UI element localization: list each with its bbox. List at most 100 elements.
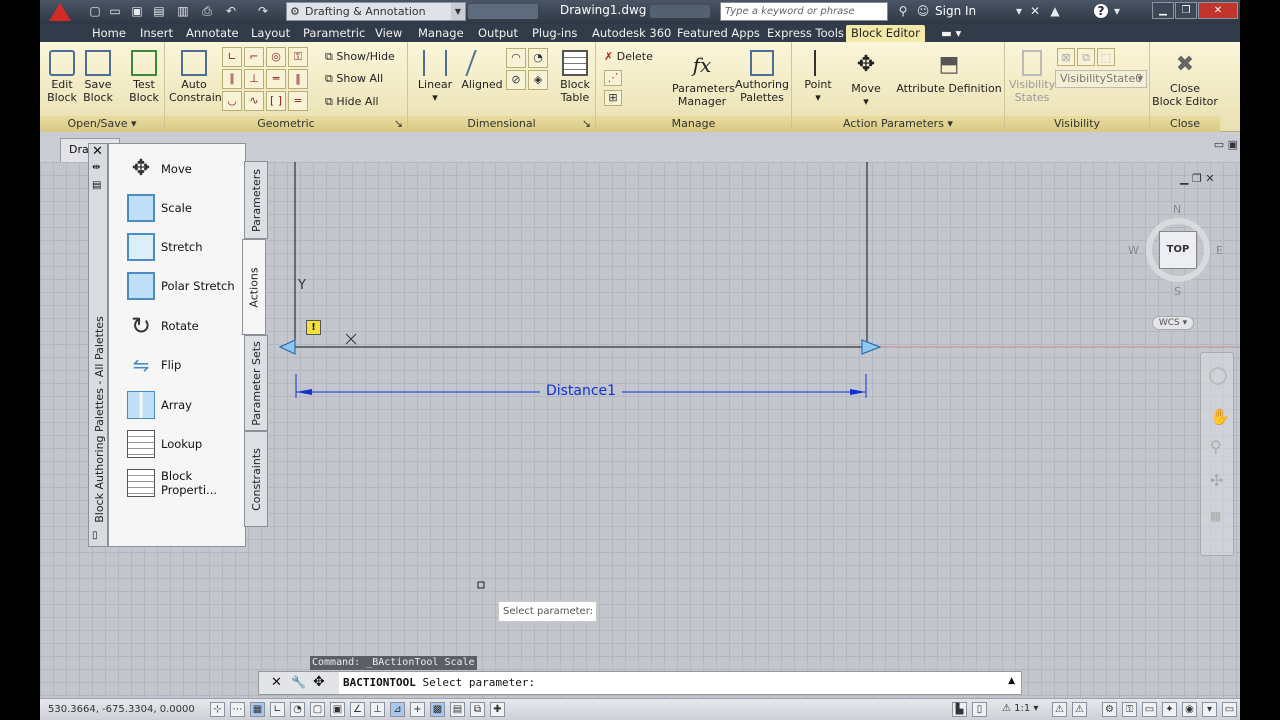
tab-parameter-sets[interactable]: Parameter Sets (244, 335, 268, 431)
quick-view-icon[interactable]: ▯ (972, 702, 987, 717)
application-menu-button[interactable] (40, 0, 80, 24)
point-button[interactable]: Point ▾ (798, 50, 838, 104)
tab-actions[interactable]: Actions (242, 239, 266, 335)
dropdown-icon[interactable]: ▾ (1110, 4, 1124, 18)
perpendicular-icon[interactable]: ⊥ (244, 69, 264, 89)
collinear-icon[interactable]: ⌐ (244, 47, 264, 67)
redo-icon[interactable]: ↷ (256, 4, 270, 18)
properties-icon[interactable]: ▤ (92, 180, 101, 191)
parameters-manager-button[interactable]: fx Parameters Manager (672, 50, 735, 108)
maximize-button[interactable]: ❐ (1175, 2, 1197, 19)
compass-west[interactable]: W (1128, 244, 1139, 257)
ribbon-options-icon[interactable]: ▬ ▾ (936, 25, 966, 42)
orbit-icon[interactable]: ✣ (1210, 471, 1223, 490)
dynamic-input-icon[interactable]: ⊿ (390, 702, 405, 717)
auto-scale-icon[interactable]: ⚠ (1072, 702, 1087, 717)
zoom-icon[interactable]: ⚲ (1210, 437, 1222, 456)
help-menu-icon[interactable]: ▲ (1048, 4, 1062, 18)
binoculars-icon[interactable]: ⚲ (896, 4, 910, 18)
fix-icon[interactable]: ⚿ (288, 47, 308, 67)
viewcube-top-face[interactable]: TOP (1159, 231, 1197, 269)
vertical-icon[interactable]: ‖ (288, 69, 308, 89)
tab-output[interactable]: Output (473, 25, 523, 42)
snap-mode-icon[interactable]: ⋯ (230, 702, 245, 717)
viewport-controls[interactable]: ▁ ❐ ✕ (1180, 172, 1215, 185)
visibility-mode-icon[interactable]: ⊠ (1057, 48, 1075, 66)
move-action-button[interactable]: ✥ Move ▾ (844, 50, 888, 108)
print-icon[interactable]: ⎙ (200, 4, 214, 18)
object-snap-icon[interactable]: ▢ (310, 702, 325, 717)
parameter-sets-icon[interactable]: ⊞ (604, 90, 622, 106)
panel-title[interactable]: Dimensional ↘ (408, 116, 595, 132)
close-icon[interactable]: ✕ (271, 675, 282, 690)
tab-parametric[interactable]: Parametric (298, 25, 370, 42)
undo-icon[interactable]: ↶ (224, 4, 238, 18)
grid-display-icon[interactable]: ▦ (250, 702, 265, 717)
test-block-button[interactable]: Test Block (126, 50, 162, 104)
save-icon[interactable]: ▣ (130, 4, 144, 18)
tab-manage[interactable]: Manage (413, 25, 469, 42)
plot-preview-icon[interactable]: ▥ (176, 4, 190, 18)
block-table-button[interactable]: Block Table (556, 50, 594, 104)
tab-view[interactable]: View (370, 25, 407, 42)
convert-icon[interactable]: ◈ (528, 70, 548, 90)
model-space-icon[interactable]: ▙ (952, 702, 967, 717)
palette-item-move[interactable]: ✥ Move (127, 152, 241, 186)
minimize-button[interactable]: ▁ (1152, 2, 1174, 19)
symmetric-icon[interactable]: [ ] (266, 91, 286, 111)
panel-title[interactable]: Manage (596, 116, 791, 132)
palette-item-flip[interactable]: ⇋ Flip (127, 348, 241, 382)
close-palette-icon[interactable]: ✕ (92, 144, 103, 159)
transparency-icon[interactable]: ▩ (430, 702, 445, 717)
panel-title[interactable]: Close (1150, 116, 1220, 132)
concentric-icon[interactable]: ◎ (266, 47, 286, 67)
palette-item-array[interactable]: Array (127, 388, 241, 422)
quick-properties-icon[interactable]: ▤ (450, 702, 465, 717)
sign-in-button[interactable]: Sign In (935, 4, 976, 18)
tab-insert[interactable]: Insert (135, 25, 178, 42)
polar-tracking-icon[interactable]: ◔ (290, 702, 305, 717)
panel-title[interactable]: Visibility (1005, 116, 1149, 132)
infer-constraints-icon[interactable]: ⊹ (210, 702, 225, 717)
start-grip-icon[interactable] (278, 339, 296, 355)
customize-icon[interactable]: 🔧 (291, 675, 306, 689)
palette-item-stretch[interactable]: Stretch (127, 230, 241, 264)
dropdown-icon[interactable]: ▾ (1012, 4, 1026, 18)
linear-button[interactable]: Linear ▾ (414, 50, 456, 104)
workspace-switching-icon[interactable]: ⚙ (1102, 702, 1117, 717)
parallel-icon[interactable]: ∥ (222, 69, 242, 89)
open-icon[interactable]: ▭ (108, 4, 122, 18)
delete-button[interactable]: ✗ Delete (604, 50, 653, 63)
viewcube[interactable]: TOP N S E W (1128, 200, 1228, 300)
selection-cycling-icon[interactable]: ⧉ (470, 702, 485, 717)
command-line[interactable]: ✕ 🔧 ✥ BACTIONTOOL Select parameter: ▲ (258, 671, 1022, 695)
diameter-icon[interactable]: ⊘ (506, 70, 526, 90)
close-block-editor-button[interactable]: ✖ Close Block Editor (1152, 50, 1218, 108)
palette-menu-icon[interactable]: ▯ (92, 530, 98, 541)
visibility-state-select[interactable]: VisibilityState0 ▾ (1055, 70, 1147, 88)
close-window-button[interactable]: ✕ (1198, 2, 1238, 19)
3d-object-snap-icon[interactable]: ▣ (330, 702, 345, 717)
hide-all-button[interactable]: ⧉ Hide All (325, 95, 379, 108)
panel-title[interactable]: Action Parameters ▾ (792, 116, 1004, 132)
tab-block-editor[interactable]: Block Editor (846, 25, 925, 42)
horizontal-icon[interactable]: ═ (266, 69, 286, 89)
pan-icon[interactable]: ✋ (1210, 407, 1230, 426)
angular-icon[interactable]: ◠ (506, 48, 526, 68)
dialog-launcher-icon[interactable]: ↘ (394, 116, 403, 132)
compass-east[interactable]: E (1216, 244, 1223, 257)
compass-south[interactable]: S (1174, 285, 1181, 298)
palette-item-lookup[interactable]: Lookup (127, 427, 241, 461)
tab-autodesk-360[interactable]: Autodesk 360 (587, 25, 676, 42)
hardware-acceleration-icon[interactable]: ▭ (1142, 702, 1157, 717)
show-hide-button[interactable]: ⧉ Show/Hide (325, 50, 395, 63)
tab-home[interactable]: Home (87, 25, 131, 42)
show-all-button[interactable]: ⧉ Show All (325, 72, 383, 85)
user-icon[interactable]: ☺ (916, 4, 930, 18)
object-snap-tracking-icon[interactable]: ∠ (350, 702, 365, 717)
restore-icon[interactable]: ▭ ▣ (1214, 138, 1238, 151)
radial-icon[interactable]: ◔ (528, 48, 548, 68)
make-visible-icon[interactable]: ⧉ (1077, 48, 1095, 66)
help-icon[interactable]: ? (1094, 4, 1108, 18)
palette-item-polar-stretch[interactable]: Polar Stretch (127, 269, 241, 303)
